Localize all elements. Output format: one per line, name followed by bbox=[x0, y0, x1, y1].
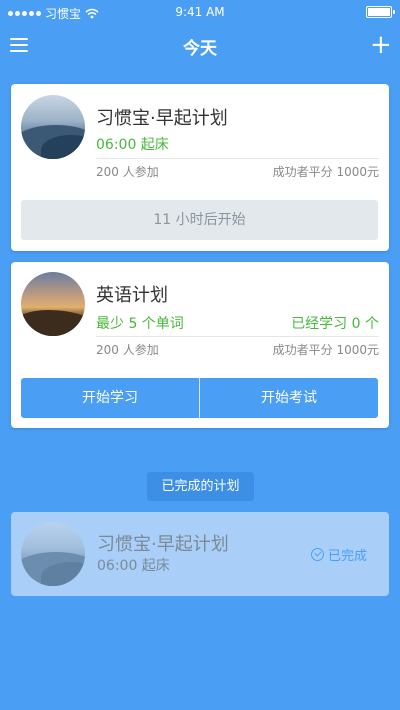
battery-icon bbox=[366, 6, 395, 18]
page-title: 今天 bbox=[183, 39, 217, 59]
divider bbox=[96, 158, 379, 159]
plan-subtitle: 06:00 起床 bbox=[96, 137, 169, 153]
plan-avatar bbox=[21, 272, 85, 336]
completed-section-label: 已完成的计划 bbox=[147, 472, 254, 501]
action-button-row: 开始学习 开始考试 bbox=[21, 378, 378, 418]
plan-subtitle: 最少 5 个单词 bbox=[96, 316, 184, 332]
participants-count: 200 人参加 bbox=[96, 165, 159, 179]
divider bbox=[96, 336, 379, 337]
completed-status-label: 已完成 bbox=[327, 549, 367, 564]
plan-avatar bbox=[21, 522, 85, 586]
status-time: 9:41 AM bbox=[175, 5, 225, 19]
status-bar: 习惯宝 9:41 AM bbox=[0, 0, 400, 24]
completed-status: 已完成 bbox=[310, 545, 367, 564]
countdown-button[interactable]: 11 小时后开始 bbox=[21, 200, 378, 240]
plan-avatar bbox=[21, 95, 85, 159]
avg-reward: 成功者平分 1000元 bbox=[272, 165, 379, 179]
completed-plan-title: 习惯宝·早起计划 bbox=[97, 534, 229, 555]
check-circle-icon bbox=[310, 548, 324, 561]
study-progress: 已经学习 0 个 bbox=[291, 316, 379, 332]
completed-plan-subtitle: 06:00 起床 bbox=[97, 558, 170, 574]
plan-card-early-rise[interactable]: 习惯宝·早起计划 06:00 起床 200 人参加 成功者平分 1000元 11… bbox=[11, 84, 389, 251]
participants-count: 200 人参加 bbox=[96, 343, 159, 357]
plan-title: 习惯宝·早起计划 bbox=[96, 108, 228, 129]
start-exam-button[interactable]: 开始考试 bbox=[200, 378, 378, 418]
start-study-button[interactable]: 开始学习 bbox=[21, 378, 199, 418]
nav-bar: 今天 + bbox=[0, 24, 400, 68]
completed-plan-card[interactable]: 习惯宝·早起计划 06:00 起床 已完成 bbox=[11, 512, 389, 596]
plan-card-english[interactable]: 英语计划 最少 5 个单词 已经学习 0 个 200 人参加 成功者平分 100… bbox=[11, 262, 389, 428]
add-plan-button[interactable]: + bbox=[370, 32, 392, 58]
avg-reward: 成功者平分 1000元 bbox=[272, 343, 379, 357]
plan-title: 英语计划 bbox=[96, 285, 168, 306]
